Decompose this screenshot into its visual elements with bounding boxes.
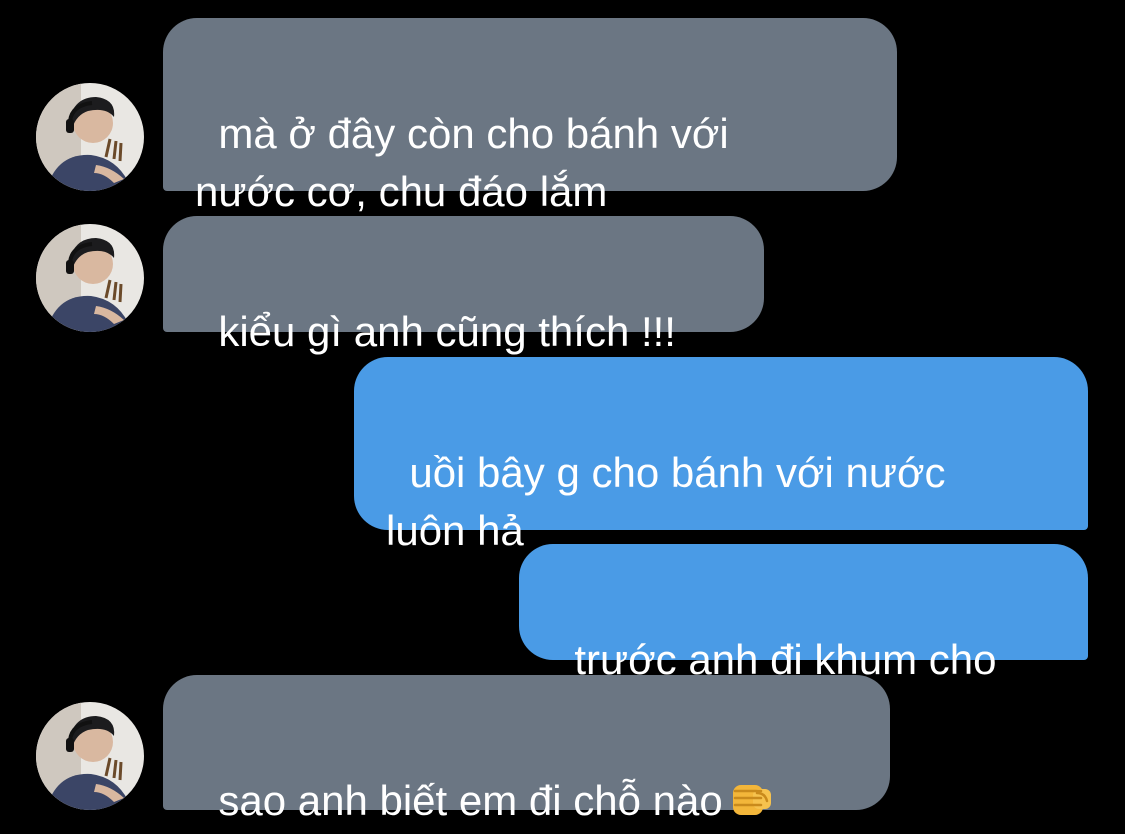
avatar-photo-icon — [36, 702, 144, 810]
message-bubble[interactable]: mà ở đây còn cho bánh với nước cơ, chu đ… — [163, 18, 897, 215]
message-text: sao anh biết em đi chỗ nào — [218, 777, 723, 824]
message-bubble[interactable]: kiểu gì anh cũng thích !!! — [163, 216, 764, 355]
sender-avatar[interactable] — [36, 702, 144, 810]
avatar-photo-icon — [36, 224, 144, 332]
message-bubble[interactable]: uồi bây g cho bánh với nước luôn hả — [354, 357, 1088, 554]
message-text: uồi bây g cho bánh với nước luôn hả — [386, 449, 946, 554]
avatar-photo-icon — [36, 83, 144, 191]
message-bubble[interactable]: trước anh đi khum cho — [519, 544, 1088, 683]
message-bubble[interactable]: sao anh biết em đi chỗ nào — [163, 675, 890, 824]
oncoming-fist-icon — [729, 776, 775, 834]
sender-avatar[interactable] — [36, 83, 144, 191]
message-text: mà ở đây còn cho bánh với nước cơ, chu đ… — [195, 110, 729, 215]
message-text: kiểu gì anh cũng thích !!! — [218, 308, 676, 355]
sender-avatar[interactable] — [36, 224, 144, 332]
